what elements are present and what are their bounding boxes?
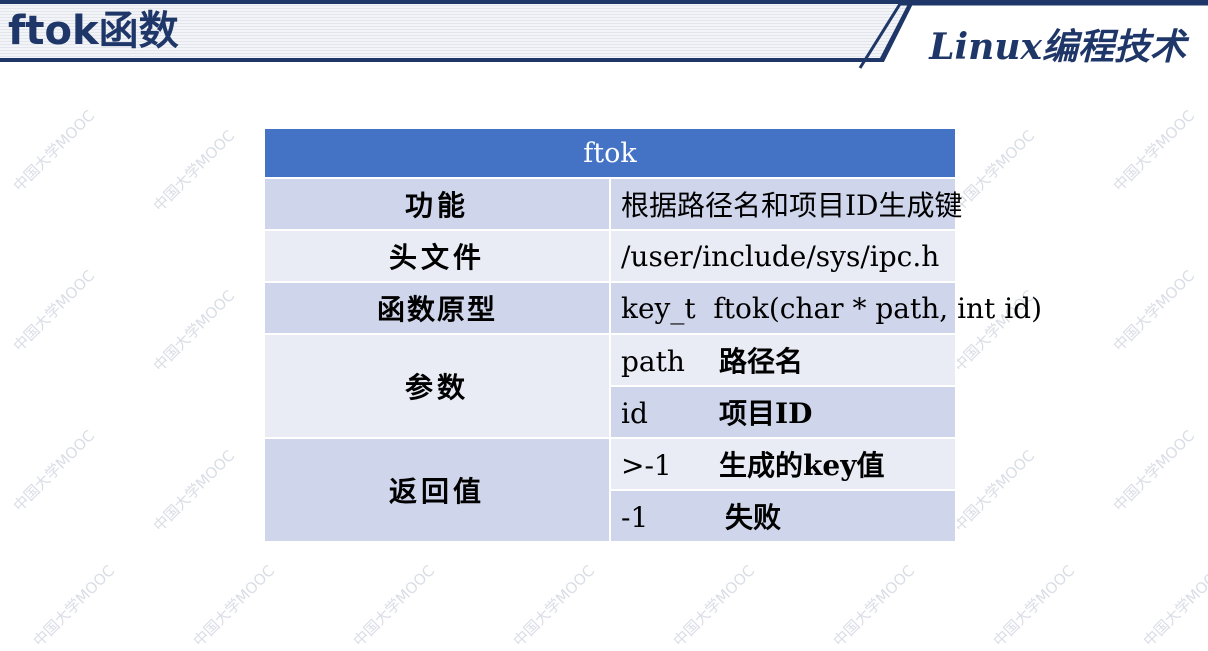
param-desc: 项目ID (719, 397, 813, 430)
watermark: 中国大学MOOC (9, 106, 99, 196)
row-label-params: 参数 (263, 333, 611, 439)
table-row: 函数原型 key_t ftok(char * path, int id) (263, 281, 1042, 335)
row-label-function: 功能 (263, 177, 611, 231)
param-item: id 项目ID (609, 385, 957, 439)
param-item: path 路径名 (609, 333, 957, 387)
watermark: 中国大学MOOC (29, 561, 119, 651)
watermark: 中国大学MOOC (149, 126, 239, 216)
table-row: 参数 path 路径名 (263, 333, 957, 439)
table-row: 头文件 /user/include/sys/ipc.h (263, 229, 957, 283)
table-header-row: ftok (263, 127, 957, 179)
return-desc: 生成的key值 (719, 449, 885, 482)
watermark: 中国大学MOOC (829, 561, 919, 651)
ftok-info-table: ftok 功能 根据路径名和项目ID生成键 头文件 /user/include/… (263, 127, 1042, 543)
return-desc: 失败 (725, 501, 782, 534)
watermark: 中国大学MOOC (9, 266, 99, 356)
row-value-prototype: key_t ftok(char * path, int id) (609, 281, 1042, 335)
return-item: -1 失败 (609, 489, 957, 543)
watermark: 中国大学MOOC (9, 426, 99, 516)
watermark: 中国大学MOOC (189, 561, 279, 651)
return-item: >-1 生成的key值 (609, 437, 957, 491)
watermark: 中国大学MOOC (509, 561, 599, 651)
watermark: 中国大学MOOC (1109, 266, 1199, 356)
watermark: 中国大学MOOC (349, 561, 439, 651)
param-desc: 路径名 (719, 345, 804, 378)
slide-title: ftok函数 (8, 8, 179, 54)
watermark: 中国大学MOOC (149, 286, 239, 376)
watermark: 中国大学MOOC (1139, 561, 1208, 651)
param-name: id (621, 397, 648, 430)
param-name: path (621, 345, 685, 378)
watermark: 中国大学MOOC (1109, 106, 1199, 196)
watermark: 中国大学MOOC (949, 446, 1039, 536)
slide-header: ftok函数 Linux编程技术 (0, 0, 1208, 70)
table-row: 功能 根据路径名和项目ID生成键 (263, 177, 963, 231)
row-label-prototype: 函数原型 (263, 281, 611, 335)
table-row: 返回值 >-1 生成的key值 (263, 437, 957, 543)
watermark: 中国大学MOOC (149, 446, 239, 536)
row-label-returns: 返回值 (263, 437, 611, 543)
row-value-header-file: /user/include/sys/ipc.h (609, 229, 957, 283)
watermark: 中国大学MOOC (669, 561, 759, 651)
row-label-header-file: 头文件 (263, 229, 611, 283)
row-value-function: 根据路径名和项目ID生成键 (609, 177, 963, 231)
watermark: 中国大学MOOC (1109, 426, 1199, 516)
watermark: 中国大学MOOC (989, 561, 1079, 651)
course-name: Linux编程技术 (929, 26, 1186, 68)
return-name: -1 (621, 501, 649, 534)
table-heading: ftok (263, 127, 957, 179)
return-name: >-1 (621, 449, 672, 482)
